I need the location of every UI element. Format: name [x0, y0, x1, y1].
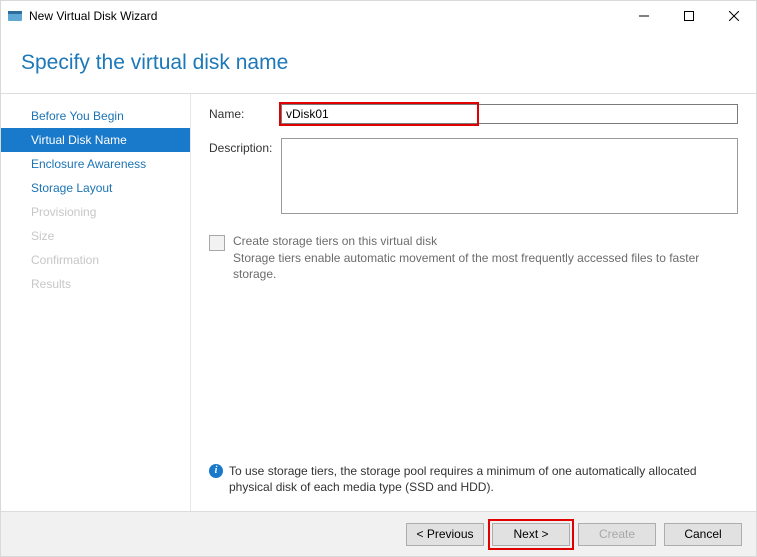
form-panel: Name: Description: Create storage tiers … [191, 94, 756, 511]
app-icon [7, 8, 23, 24]
create-button: Create [578, 523, 656, 546]
step-virtual-disk-name[interactable]: Virtual Disk Name [1, 128, 190, 152]
cancel-button[interactable]: Cancel [664, 523, 742, 546]
next-button[interactable]: Next > [492, 523, 570, 546]
step-enclosure-awareness[interactable]: Enclosure Awareness [1, 152, 190, 176]
step-storage-layout[interactable]: Storage Layout [1, 176, 190, 200]
titlebar: New Virtual Disk Wizard [1, 1, 756, 31]
step-before-you-begin[interactable]: Before You Begin [1, 104, 190, 128]
info-text: To use storage tiers, the storage pool r… [229, 463, 738, 495]
window-controls [621, 1, 756, 31]
storage-tiers-checkbox[interactable] [209, 235, 225, 251]
minimize-button[interactable] [621, 1, 666, 31]
wizard-body: Before You Begin Virtual Disk Name Enclo… [1, 94, 756, 511]
storage-tiers-help: Storage tiers enable automatic movement … [233, 250, 738, 282]
step-results: Results [1, 272, 190, 296]
step-provisioning: Provisioning [1, 200, 190, 224]
wizard-window: New Virtual Disk Wizard Specify the virt… [0, 0, 757, 557]
page-heading: Specify the virtual disk name [1, 31, 756, 94]
info-note: i To use storage tiers, the storage pool… [209, 463, 738, 503]
close-button[interactable] [711, 1, 756, 31]
previous-button[interactable]: < Previous [406, 523, 484, 546]
name-label: Name: [209, 104, 281, 121]
name-input[interactable] [281, 104, 738, 124]
window-title: New Virtual Disk Wizard [29, 9, 621, 23]
step-size: Size [1, 224, 190, 248]
storage-tiers-label: Create storage tiers on this virtual dis… [233, 234, 738, 248]
steps-sidebar: Before You Begin Virtual Disk Name Enclo… [1, 94, 191, 511]
wizard-footer: < Previous Next > Create Cancel [1, 511, 756, 556]
step-confirmation: Confirmation [1, 248, 190, 272]
description-input[interactable] [281, 138, 738, 214]
info-icon: i [209, 464, 223, 478]
storage-tiers-text: Create storage tiers on this virtual dis… [233, 234, 738, 282]
description-label: Description: [209, 138, 281, 155]
maximize-button[interactable] [666, 1, 711, 31]
